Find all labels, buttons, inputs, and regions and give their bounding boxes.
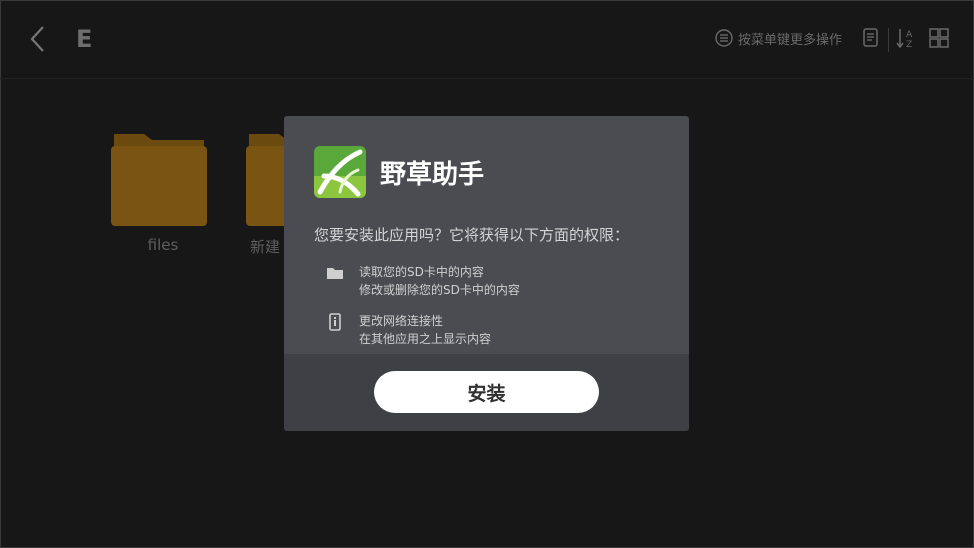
folder-label: files (147, 236, 179, 254)
menu-hint: 按菜单键更多操作 (715, 27, 842, 49)
folder-icon (111, 134, 207, 226)
top-divider (0, 78, 974, 79)
svg-text:Z: Z (906, 40, 912, 50)
install-question: 您要安装此应用吗？它将获得以下方面的权限： (314, 226, 630, 244)
back-arrow-icon[interactable] (28, 24, 48, 54)
phone-info-icon (329, 313, 341, 331)
toolbar-divider (888, 28, 889, 52)
menu-hint-label: 按菜单键更多操作 (738, 32, 843, 48)
permission-line: 在其他应用之上显示内容 (359, 332, 492, 346)
svg-text:A: A (906, 30, 913, 40)
folder-icon (327, 268, 343, 279)
path-title: E (76, 25, 93, 53)
app-name: 野草助手 (380, 160, 485, 190)
permission-line: 读取您的SD卡中的内容 (359, 265, 484, 279)
document-icon[interactable] (860, 26, 882, 50)
permission-line: 更改网络连接性 (359, 314, 444, 328)
dialog-footer: 安装 (284, 354, 689, 431)
app-icon (314, 146, 366, 198)
folder-item[interactable] (110, 128, 208, 228)
install-dialog: 野草助手 您要安装此应用吗？它将获得以下方面的权限： 读取您的SD卡中的内容 修… (284, 116, 689, 431)
top-bar: E 按菜单键更多操作 A Z (0, 0, 974, 78)
grid-view-icon[interactable] (928, 26, 950, 50)
permission-line: 修改或删除您的SD卡中的内容 (359, 283, 520, 297)
install-button[interactable]: 安装 (374, 371, 599, 413)
sort-az-icon[interactable]: A Z (895, 26, 917, 50)
menu-circle-icon (715, 29, 733, 47)
